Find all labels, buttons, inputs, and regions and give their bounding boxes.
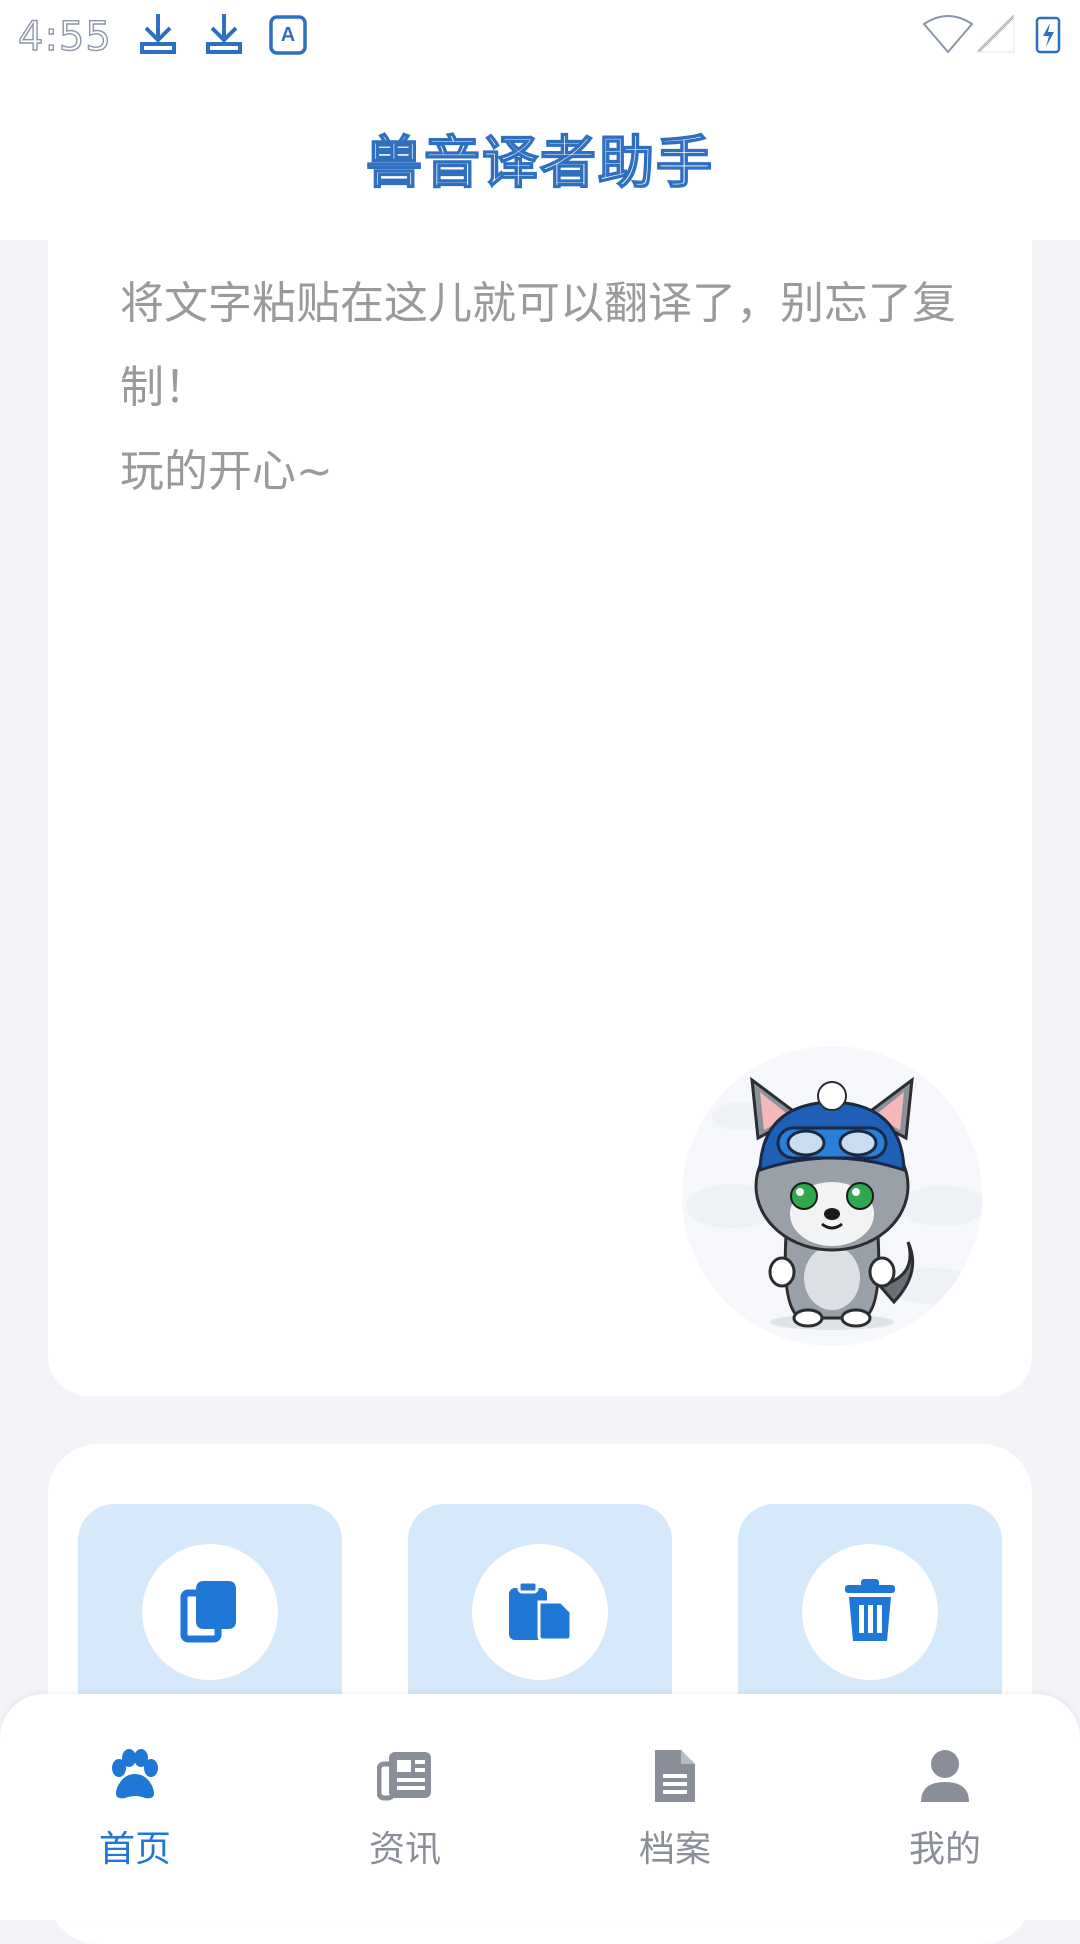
page-title: 兽音译者助手 — [365, 130, 714, 197]
nav-label-archive: 档案 — [638, 1829, 711, 1870]
copy-icon — [180, 1577, 240, 1647]
battery-charging-icon — [1034, 14, 1062, 58]
wifi-icon — [922, 14, 974, 58]
nav-label-news: 资讯 — [368, 1829, 441, 1870]
person-icon — [917, 1748, 973, 1804]
input-placeholder-text: 将文字粘贴在这儿就可以翻译了，别忘了复制！ 玩的开心~ — [120, 278, 956, 497]
nav-item-news[interactable]: 资讯 — [270, 1694, 540, 1920]
nav-item-home[interactable]: 首页 — [0, 1694, 270, 1920]
signal-icon — [976, 14, 1016, 58]
copy-button-circle — [142, 1544, 278, 1680]
paste-icon — [505, 1578, 575, 1646]
newspaper-icon — [376, 1748, 433, 1804]
document-icon — [647, 1748, 703, 1804]
husky-mascot-image — [682, 1046, 982, 1346]
top-bar: 4:55 A 兽音译者助手 — [0, 0, 1080, 240]
text-a-icon: A — [268, 14, 308, 60]
translation-input-area[interactable]: 将文字粘贴在这儿就可以翻译了，别忘了复制！ 玩的开心~ — [48, 220, 1032, 1396]
clear-button-circle — [802, 1544, 938, 1680]
nav-item-profile[interactable]: 我的 — [810, 1694, 1080, 1920]
svg-text:A: A — [281, 24, 295, 46]
download-icon — [136, 10, 180, 62]
nav-label-profile: 我的 — [908, 1829, 981, 1870]
trash-icon — [841, 1577, 899, 1647]
status-time: 4:55 — [17, 13, 112, 60]
nav-label-home: 首页 — [98, 1829, 171, 1870]
bottom-navigation: 首页 资讯 档案 我的 — [0, 1694, 1080, 1920]
download-icon — [202, 10, 246, 62]
paste-button-circle — [472, 1544, 608, 1680]
nav-item-archive[interactable]: 档案 — [540, 1694, 810, 1920]
status-bar: 4:55 A — [0, 0, 1080, 76]
paw-icon — [107, 1748, 163, 1804]
